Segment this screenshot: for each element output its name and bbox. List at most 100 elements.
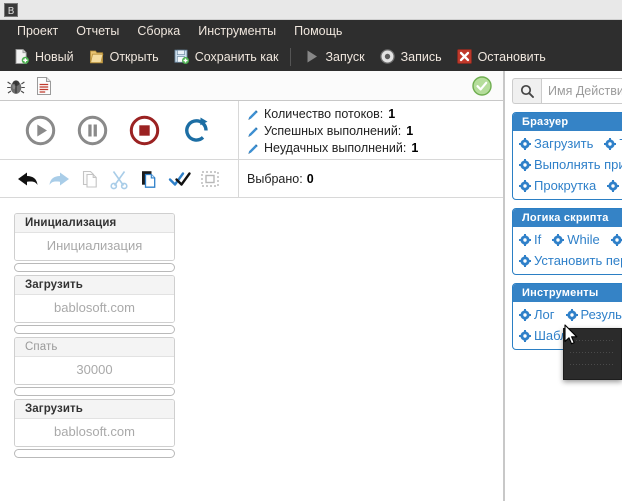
stat-threads[interactable]: Количество потоков: 1 (247, 106, 503, 123)
script-block[interactable]: Загрузить bablosoft.com (14, 275, 175, 323)
gear-icon (519, 158, 531, 171)
pencil-icon (248, 109, 258, 120)
save-as-icon (174, 49, 189, 64)
stat-success-label: Успешных выполнений: (264, 124, 402, 138)
new-project-label: Новый (35, 49, 74, 64)
script-block[interactable]: Загрузить bablosoft.com (14, 399, 175, 447)
left-pane: Количество потоков: 1 Успешных выполнени… (0, 71, 503, 501)
action-label: While (567, 232, 600, 247)
action-item[interactable]: Загрузить (519, 133, 593, 154)
script-block-wrapper: Инициализация Инициализация (14, 213, 175, 272)
action-item[interactable]: Прокрутка (519, 175, 596, 196)
bug-icon[interactable] (5, 75, 27, 97)
action-item[interactable]: Выполнять при (519, 154, 622, 175)
gear-icon (604, 137, 617, 150)
stat-failed[interactable]: Неудачных выполнений: 1 (247, 140, 503, 157)
select-region-icon (201, 171, 219, 187)
script-block-wrapper: Загрузить bablosoft.com (14, 399, 175, 458)
popup-separator (570, 352, 615, 353)
gear-icon (552, 233, 565, 246)
script-block[interactable]: Инициализация Инициализация (14, 213, 175, 261)
action-label: Загрузить (534, 136, 594, 151)
category-actions: If While Установить пер (513, 227, 622, 274)
category-title: Инструменты (513, 284, 622, 302)
open-folder-icon (89, 50, 104, 64)
action-row: Прокрутка (519, 175, 622, 196)
stat-threads-label: Количество потоков: (264, 107, 384, 121)
play-triangle-icon (307, 50, 318, 63)
category-title: Логика скрипта (513, 209, 622, 227)
block-connector[interactable] (14, 325, 175, 334)
save-as-button[interactable]: Сохранить как (166, 43, 286, 70)
gear-icon (519, 233, 531, 246)
svg-text:B: B (7, 6, 14, 17)
search-input[interactable] (541, 78, 622, 104)
menu-reports[interactable]: Отчеты (67, 22, 128, 40)
stop-label: Остановить (477, 49, 546, 64)
stat-failed-value: 1 (411, 141, 419, 155)
main-toolbar: Новый Открыть Сохранить как Запуск Запис… (0, 42, 622, 71)
action-item[interactable]: Лог (519, 304, 555, 325)
action-label: Установить пер (534, 253, 622, 268)
new-project-button[interactable]: Новый (6, 43, 81, 70)
gear-icon (607, 179, 620, 192)
record-button[interactable]: Запись (372, 43, 449, 70)
script-block[interactable]: Спать 30000 (14, 337, 175, 385)
menu-project[interactable]: Проект (8, 22, 67, 40)
gear-icon (610, 233, 622, 246)
block-connector[interactable] (14, 449, 175, 458)
cut-scissors-icon (110, 171, 129, 190)
action-item[interactable]: If (519, 229, 541, 250)
pause-button[interactable] (76, 114, 109, 147)
application-window: B Проект Отчеты Сборка Инструменты Помощ… (0, 0, 622, 501)
script-block-value: 30000 (15, 357, 174, 384)
action-row: Выполнять при (519, 154, 622, 175)
action-label: Выполнять при (534, 157, 622, 172)
gear-icon (519, 254, 531, 267)
action-item[interactable]: Установить пер (519, 250, 622, 271)
script-canvas[interactable]: Инициализация Инициализация Загрузить ba… (0, 199, 503, 501)
copy-icon (82, 170, 97, 188)
pencil-icon (248, 126, 258, 137)
actions-pane: Бразуер Загрузить (504, 71, 622, 501)
gear-icon (519, 179, 531, 192)
stop-button[interactable]: Остановить (449, 43, 553, 70)
app-icon: B (3, 2, 18, 17)
category-actions: Загрузить Т (513, 131, 622, 199)
menu-build[interactable]: Сборка (128, 22, 189, 40)
status-row: Количество потоков: 1 Успешных выполнени… (0, 101, 503, 160)
menu-bar: Проект Отчеты Сборка Инструменты Помощь (0, 20, 622, 42)
edit-toolbar (0, 160, 237, 198)
action-item[interactable]: Т (604, 133, 622, 154)
stop-button[interactable] (128, 114, 161, 147)
action-item[interactable] (607, 179, 622, 192)
search-button[interactable] (512, 78, 541, 104)
select-all-checks-icon[interactable] (168, 168, 192, 190)
action-label: Прокрутка (534, 178, 597, 193)
play-button[interactable] (24, 114, 57, 147)
action-row: If While (519, 229, 622, 250)
run-button[interactable]: Запуск (296, 43, 371, 70)
undo-icon[interactable] (16, 168, 40, 190)
action-item[interactable]: While (552, 229, 600, 250)
search-icon (520, 84, 534, 98)
record-circle-icon (379, 49, 395, 64)
open-project-label: Открыть (109, 49, 159, 64)
restart-button[interactable] (180, 114, 213, 147)
log-document-icon[interactable] (33, 75, 55, 97)
action-label: Резуль (580, 307, 622, 322)
script-block-wrapper: Загрузить bablosoft.com (14, 275, 175, 334)
open-project-button[interactable]: Открыть (81, 43, 166, 70)
action-item[interactable]: Резуль (565, 304, 622, 325)
menu-help[interactable]: Помощь (285, 22, 351, 40)
menu-tools[interactable]: Инструменты (189, 22, 285, 40)
block-connector[interactable] (14, 387, 175, 396)
stop-x-icon (456, 49, 472, 64)
action-item[interactable] (610, 233, 622, 246)
block-connector[interactable] (14, 263, 175, 272)
paste-icon[interactable] (138, 168, 160, 190)
gear-icon (519, 137, 531, 150)
stat-success[interactable]: Успешных выполнений: 1 (247, 123, 503, 140)
script-block-value: bablosoft.com (15, 419, 174, 446)
action-search-bar (512, 78, 622, 104)
